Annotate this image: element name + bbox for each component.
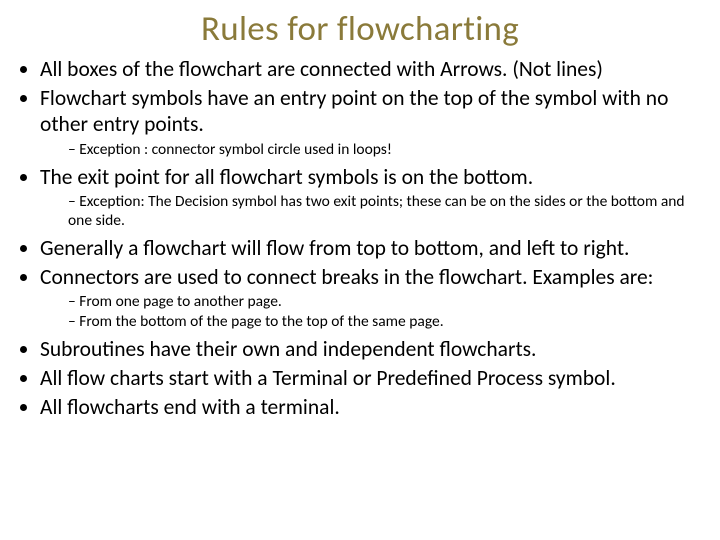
sub-list: Exception: The Decision symbol has two e…: [40, 193, 702, 231]
list-item: Generally a flowchart will flow from top…: [40, 235, 702, 261]
sub-list-item: From the bottom of the page to the top o…: [68, 313, 702, 332]
list-item-text: All flowcharts end with a terminal.: [40, 394, 340, 420]
list-item-text: Flowchart symbols have an entry point on…: [40, 85, 668, 137]
sub-list-item: From one page to another page.: [68, 293, 702, 312]
list-item-text: Generally a flowchart will flow from top…: [40, 235, 629, 261]
list-item: The exit point for all flowchart symbols…: [40, 164, 702, 231]
list-item: Flowchart symbols have an entry point on…: [40, 85, 702, 159]
list-item-text: The exit point for all flowchart symbols…: [40, 164, 533, 190]
slide: Rules for flowcharting All boxes of the …: [0, 0, 720, 540]
list-item-text: Subroutines have their own and independe…: [40, 336, 536, 362]
list-item: All boxes of the flowchart are connected…: [40, 56, 702, 82]
list-item: All flow charts start with a Terminal or…: [40, 365, 702, 391]
sub-list: From one page to another page. From the …: [40, 293, 702, 332]
page-title: Rules for flowcharting: [18, 8, 702, 50]
list-item-text: All flow charts start with a Terminal or…: [40, 365, 616, 391]
main-list: All boxes of the flowchart are connected…: [18, 56, 702, 421]
sub-list-item: Exception : connector symbol circle used…: [68, 141, 702, 160]
sub-list: Exception : connector symbol circle used…: [40, 141, 702, 160]
sub-list-item: Exception: The Decision symbol has two e…: [68, 193, 702, 231]
list-item: Subroutines have their own and independe…: [40, 336, 702, 362]
list-item: All flowcharts end with a terminal.: [40, 394, 702, 420]
list-item-text: All boxes of the flowchart are connected…: [40, 56, 603, 82]
list-item-text: Connectors are used to connect breaks in…: [40, 264, 653, 290]
list-item: Connectors are used to connect breaks in…: [40, 264, 702, 332]
